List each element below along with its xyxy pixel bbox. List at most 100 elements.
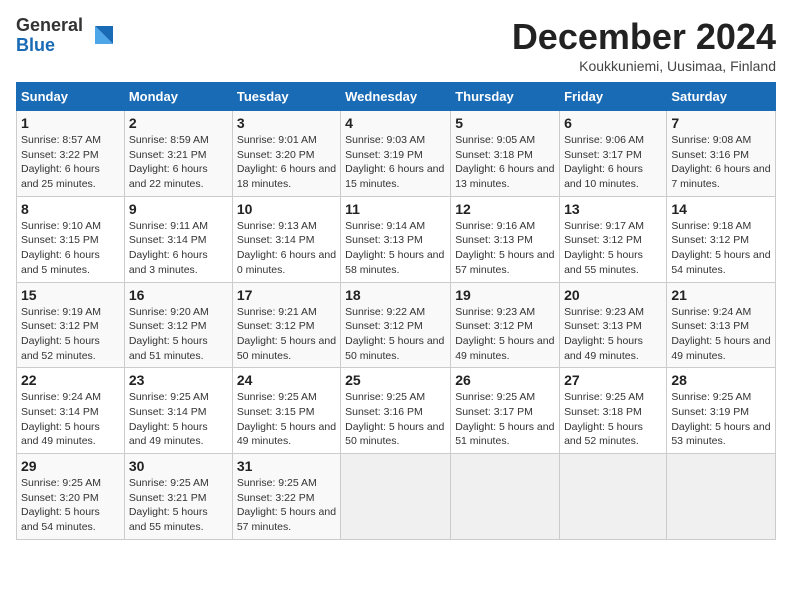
day-detail: Sunrise: 9:11 AMSunset: 3:14 PMDaylight:… [129,220,208,276]
calendar-cell: 4 Sunrise: 9:03 AMSunset: 3:19 PMDayligh… [341,111,451,197]
day-number: 16 [129,287,228,303]
day-number: 19 [455,287,555,303]
day-number: 24 [237,372,336,388]
day-number: 14 [671,201,771,217]
calendar-week-3: 15 Sunrise: 9:19 AMSunset: 3:12 PMDaylig… [17,282,776,368]
calendar-cell: 17 Sunrise: 9:21 AMSunset: 3:12 PMDaylig… [232,282,340,368]
calendar-table: SundayMondayTuesdayWednesdayThursdayFrid… [16,82,776,540]
calendar-cell [451,454,560,540]
subtitle: Koukkuniemi, Uusimaa, Finland [512,58,776,74]
calendar-week-2: 8 Sunrise: 9:10 AMSunset: 3:15 PMDayligh… [17,196,776,282]
day-detail: Sunrise: 9:23 AMSunset: 3:13 PMDaylight:… [564,306,644,362]
day-number: 26 [455,372,555,388]
day-detail: Sunrise: 9:25 AMSunset: 3:15 PMDaylight:… [237,391,336,447]
calendar-cell: 18 Sunrise: 9:22 AMSunset: 3:12 PMDaylig… [341,282,451,368]
calendar-week-4: 22 Sunrise: 9:24 AMSunset: 3:14 PMDaylig… [17,368,776,454]
logo-blue: Blue [16,36,83,56]
day-number: 5 [455,115,555,131]
day-detail: Sunrise: 9:25 AMSunset: 3:16 PMDaylight:… [345,391,444,447]
calendar-cell: 3 Sunrise: 9:01 AMSunset: 3:20 PMDayligh… [232,111,340,197]
calendar-week-5: 29 Sunrise: 9:25 AMSunset: 3:20 PMDaylig… [17,454,776,540]
calendar-cell [667,454,776,540]
day-number: 21 [671,287,771,303]
day-number: 13 [564,201,662,217]
calendar-cell: 25 Sunrise: 9:25 AMSunset: 3:16 PMDaylig… [341,368,451,454]
day-number: 23 [129,372,228,388]
calendar-cell [341,454,451,540]
day-number: 27 [564,372,662,388]
calendar-header-thursday: Thursday [451,83,560,111]
calendar-cell: 2 Sunrise: 8:59 AMSunset: 3:21 PMDayligh… [124,111,232,197]
calendar-cell: 15 Sunrise: 9:19 AMSunset: 3:12 PMDaylig… [17,282,125,368]
calendar-cell: 26 Sunrise: 9:25 AMSunset: 3:17 PMDaylig… [451,368,560,454]
calendar-cell: 16 Sunrise: 9:20 AMSunset: 3:12 PMDaylig… [124,282,232,368]
calendar-cell: 19 Sunrise: 9:23 AMSunset: 3:12 PMDaylig… [451,282,560,368]
day-detail: Sunrise: 9:13 AMSunset: 3:14 PMDaylight:… [237,220,336,276]
calendar-cell: 28 Sunrise: 9:25 AMSunset: 3:19 PMDaylig… [667,368,776,454]
day-detail: Sunrise: 8:59 AMSunset: 3:21 PMDaylight:… [129,134,209,190]
calendar-cell: 29 Sunrise: 9:25 AMSunset: 3:20 PMDaylig… [17,454,125,540]
calendar-week-1: 1 Sunrise: 8:57 AMSunset: 3:22 PMDayligh… [17,111,776,197]
day-number: 28 [671,372,771,388]
day-number: 4 [345,115,446,131]
day-number: 20 [564,287,662,303]
day-detail: Sunrise: 9:01 AMSunset: 3:20 PMDaylight:… [237,134,336,190]
calendar-cell: 27 Sunrise: 9:25 AMSunset: 3:18 PMDaylig… [560,368,667,454]
title-block: December 2024 Koukkuniemi, Uusimaa, Finl… [512,16,776,74]
day-detail: Sunrise: 9:25 AMSunset: 3:17 PMDaylight:… [455,391,554,447]
day-detail: Sunrise: 9:23 AMSunset: 3:12 PMDaylight:… [455,306,554,362]
day-detail: Sunrise: 9:18 AMSunset: 3:12 PMDaylight:… [671,220,770,276]
calendar-cell: 24 Sunrise: 9:25 AMSunset: 3:15 PMDaylig… [232,368,340,454]
day-number: 1 [21,115,120,131]
day-number: 31 [237,458,336,474]
calendar-cell: 11 Sunrise: 9:14 AMSunset: 3:13 PMDaylig… [341,196,451,282]
calendar-cell: 20 Sunrise: 9:23 AMSunset: 3:13 PMDaylig… [560,282,667,368]
calendar-cell: 1 Sunrise: 8:57 AMSunset: 3:22 PMDayligh… [17,111,125,197]
calendar-cell: 7 Sunrise: 9:08 AMSunset: 3:16 PMDayligh… [667,111,776,197]
calendar-cell: 31 Sunrise: 9:25 AMSunset: 3:22 PMDaylig… [232,454,340,540]
day-number: 18 [345,287,446,303]
day-number: 25 [345,372,446,388]
calendar-cell: 22 Sunrise: 9:24 AMSunset: 3:14 PMDaylig… [17,368,125,454]
day-detail: Sunrise: 9:25 AMSunset: 3:20 PMDaylight:… [21,477,101,533]
day-number: 6 [564,115,662,131]
day-detail: Sunrise: 9:16 AMSunset: 3:13 PMDaylight:… [455,220,554,276]
calendar-header-wednesday: Wednesday [341,83,451,111]
day-detail: Sunrise: 9:08 AMSunset: 3:16 PMDaylight:… [671,134,770,190]
day-number: 7 [671,115,771,131]
calendar-cell: 10 Sunrise: 9:13 AMSunset: 3:14 PMDaylig… [232,196,340,282]
day-detail: Sunrise: 9:14 AMSunset: 3:13 PMDaylight:… [345,220,444,276]
calendar-cell: 23 Sunrise: 9:25 AMSunset: 3:14 PMDaylig… [124,368,232,454]
day-number: 22 [21,372,120,388]
day-detail: Sunrise: 9:06 AMSunset: 3:17 PMDaylight:… [564,134,644,190]
calendar-cell: 6 Sunrise: 9:06 AMSunset: 3:17 PMDayligh… [560,111,667,197]
calendar-cell: 13 Sunrise: 9:17 AMSunset: 3:12 PMDaylig… [560,196,667,282]
day-detail: Sunrise: 9:25 AMSunset: 3:21 PMDaylight:… [129,477,209,533]
day-number: 3 [237,115,336,131]
month-title: December 2024 [512,16,776,58]
calendar-header-saturday: Saturday [667,83,776,111]
day-number: 29 [21,458,120,474]
calendar-cell: 30 Sunrise: 9:25 AMSunset: 3:21 PMDaylig… [124,454,232,540]
logo-general: General [16,16,83,36]
day-number: 30 [129,458,228,474]
page-header: General Blue December 2024 Koukkuniemi, … [16,16,776,74]
day-detail: Sunrise: 9:20 AMSunset: 3:12 PMDaylight:… [129,306,209,362]
day-detail: Sunrise: 9:25 AMSunset: 3:22 PMDaylight:… [237,477,336,533]
day-detail: Sunrise: 9:24 AMSunset: 3:13 PMDaylight:… [671,306,770,362]
day-number: 15 [21,287,120,303]
calendar-body: 1 Sunrise: 8:57 AMSunset: 3:22 PMDayligh… [17,111,776,540]
calendar-cell: 21 Sunrise: 9:24 AMSunset: 3:13 PMDaylig… [667,282,776,368]
day-number: 17 [237,287,336,303]
day-detail: Sunrise: 9:25 AMSunset: 3:14 PMDaylight:… [129,391,209,447]
day-detail: Sunrise: 9:24 AMSunset: 3:14 PMDaylight:… [21,391,101,447]
day-detail: Sunrise: 9:22 AMSunset: 3:12 PMDaylight:… [345,306,444,362]
calendar-header-friday: Friday [560,83,667,111]
day-number: 12 [455,201,555,217]
logo-icon [85,22,113,50]
calendar-cell: 8 Sunrise: 9:10 AMSunset: 3:15 PMDayligh… [17,196,125,282]
calendar-header-monday: Monday [124,83,232,111]
day-detail: Sunrise: 9:25 AMSunset: 3:19 PMDaylight:… [671,391,770,447]
day-number: 8 [21,201,120,217]
calendar-cell: 9 Sunrise: 9:11 AMSunset: 3:14 PMDayligh… [124,196,232,282]
